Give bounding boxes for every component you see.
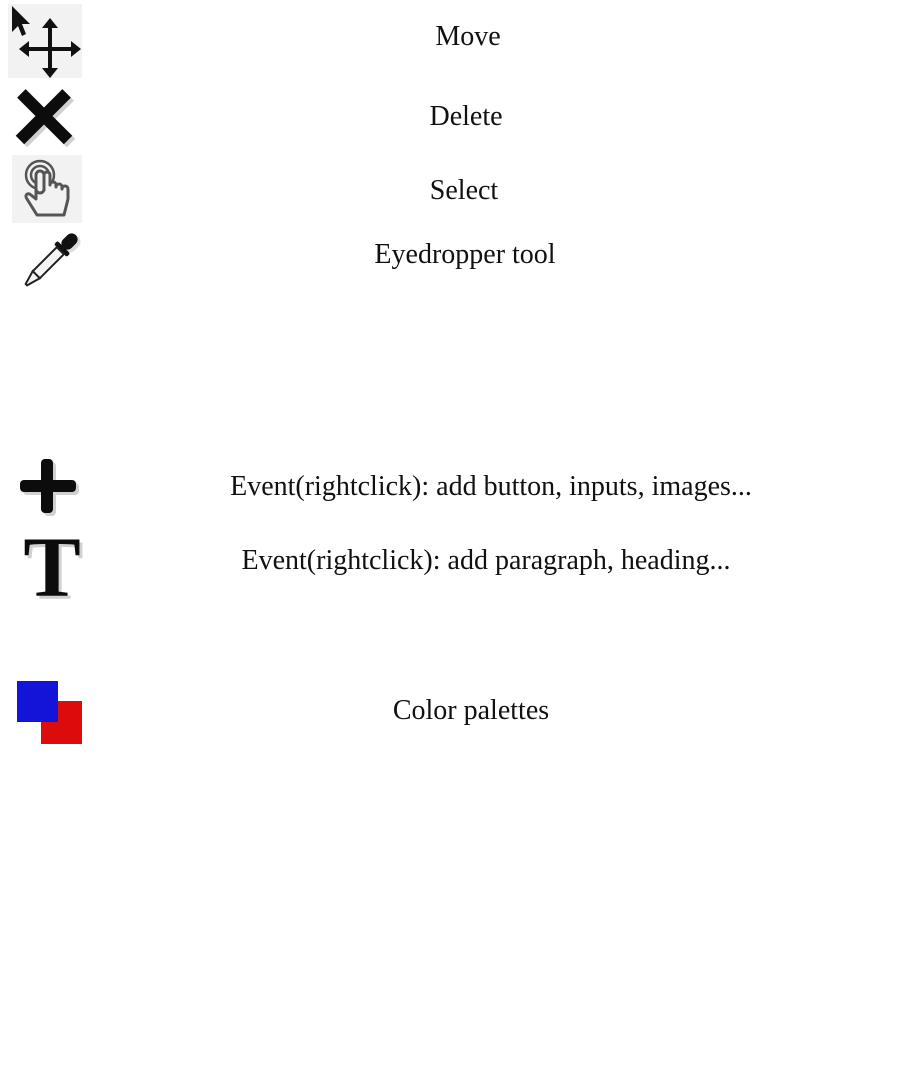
text-t-icon[interactable]: T T xyxy=(22,528,84,602)
move-cursor-icon[interactable] xyxy=(8,4,82,78)
color-palettes-icon[interactable] xyxy=(16,680,84,746)
svg-text:T: T xyxy=(23,528,80,602)
primary-color-swatch[interactable] xyxy=(17,681,58,722)
plus-icon[interactable] xyxy=(16,456,82,518)
add-element-label: Event(rightclick): add button, inputs, i… xyxy=(230,471,752,502)
add-text-label: Event(rightclick): add paragraph, headin… xyxy=(241,545,731,576)
delete-x-icon[interactable] xyxy=(12,86,82,150)
delete-label: Delete xyxy=(429,101,503,132)
pointing-hand-icon[interactable] xyxy=(12,155,82,223)
move-label: Move xyxy=(435,21,501,52)
color-palettes-label: Color palettes xyxy=(392,695,550,726)
eyedropper-label: Eyedropper tool xyxy=(374,239,556,270)
select-label: Select xyxy=(429,175,499,206)
eyedropper-icon[interactable] xyxy=(12,226,86,298)
